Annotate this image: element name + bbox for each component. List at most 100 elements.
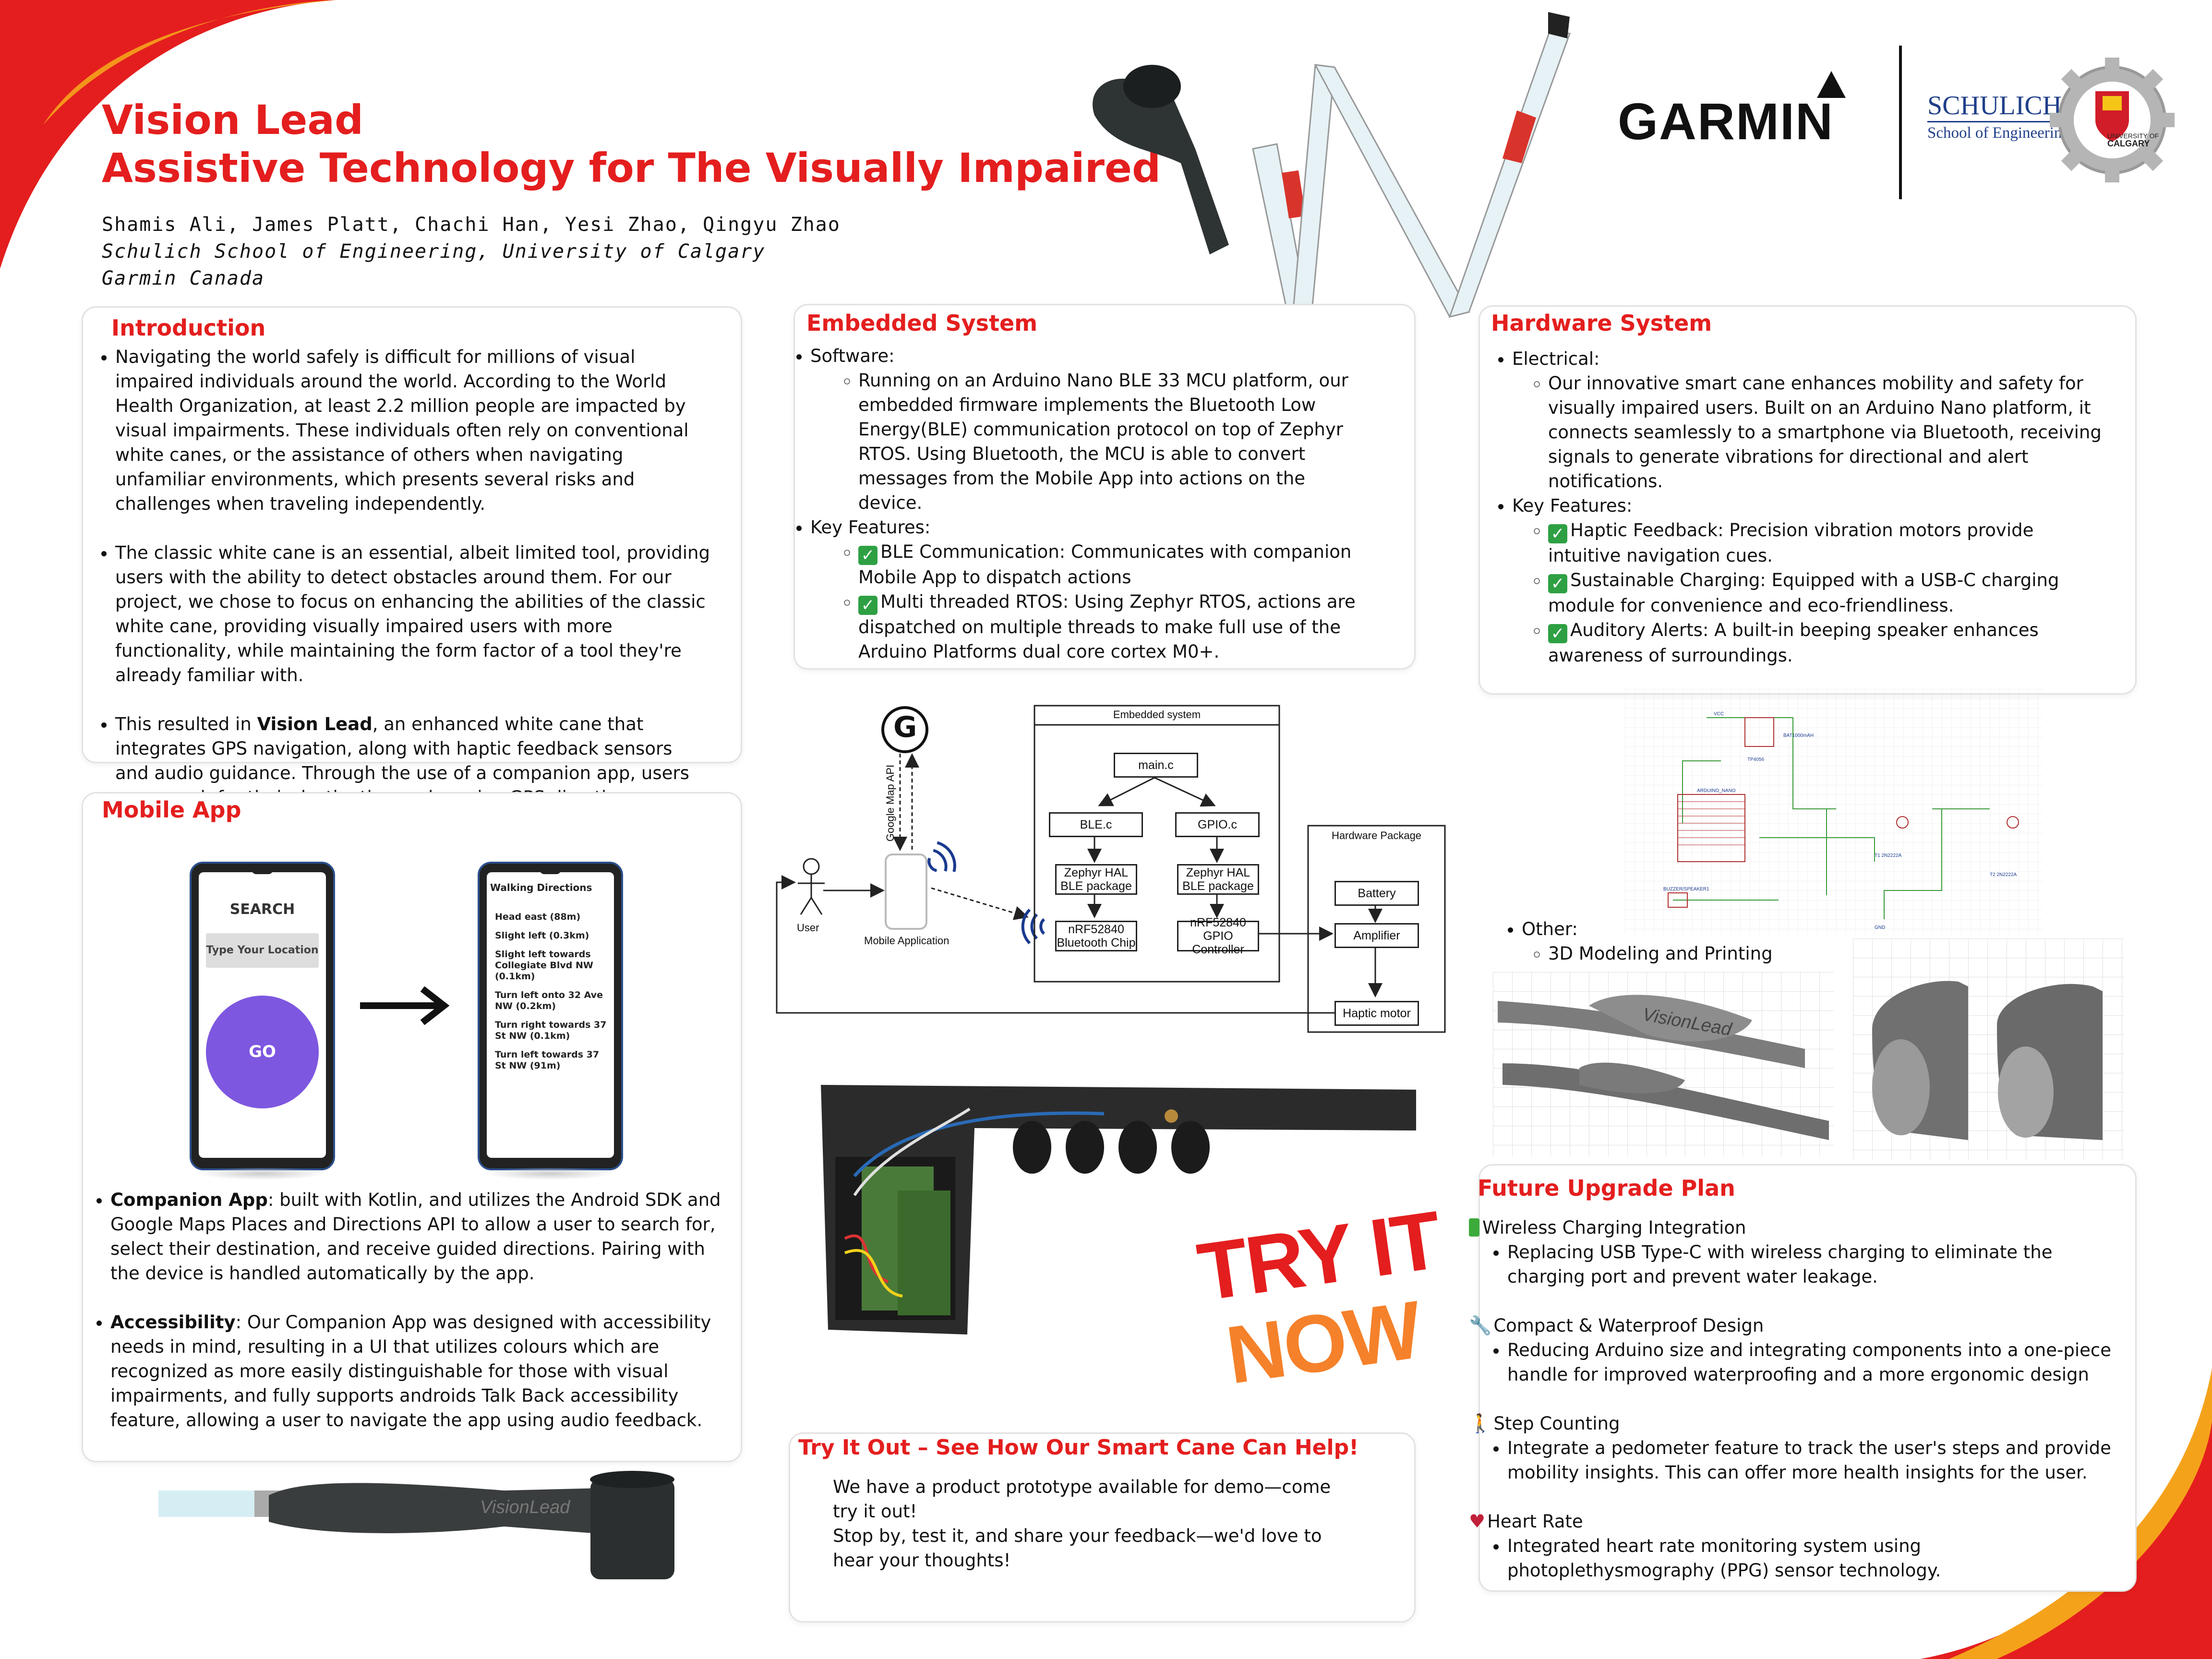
hardware-feature-3-text: Auditory Alerts: A built-in beeping spea… <box>1548 620 2039 666</box>
software-text: Running on an Arduino Nano BLE 33 MCU pl… <box>858 368 1362 515</box>
direction-step: Head east (88m) <box>495 912 581 922</box>
arrow-right-icon <box>360 986 450 1025</box>
direction-step: Turn right towards 37 St NW (0.1km) <box>495 1020 607 1041</box>
battery-icon <box>1469 1218 1479 1237</box>
svg-text:T1 2N2222A: T1 2N2222A <box>1875 853 1901 858</box>
main-c-box: main.c <box>1114 753 1198 778</box>
future-item: 🚶Step Counting Integrate a pedometer fea… <box>1469 1411 2112 1485</box>
user-label: User <box>797 922 819 934</box>
clamp-3d-model-render <box>1853 938 2124 1159</box>
mobile-app-body: Companion App: built with Kotlin, and ut… <box>82 1188 739 1432</box>
embedded-feature-1: ✓BLE Communication: Communicates with co… <box>858 540 1362 589</box>
ble-c-box: BLE.c <box>1049 812 1143 837</box>
try-it-title: Try It Out – See How Our Smart Cane Can … <box>798 1435 1359 1460</box>
phone-directions-screen: Walking Directions Head east (88m) Sligh… <box>478 862 623 1170</box>
intro-p3-pre: This resulted in <box>115 714 257 734</box>
svg-text:TP4056: TP4056 <box>1747 757 1764 762</box>
future-text: Reducing Arduino size and integrating co… <box>1507 1338 2112 1387</box>
svg-text:T2 2N2222A: T2 2N2222A <box>1990 872 2017 878</box>
hardware-feature-2-text: Sustainable Charging: Equipped with a US… <box>1548 570 2059 616</box>
gear-icon <box>2050 58 2175 182</box>
cane-handle-photo: VisionLead <box>158 1471 674 1579</box>
hal-ble-box-2: Zephyr HAL BLE package <box>1177 864 1259 895</box>
embedded-system-label: Embedded system <box>1113 709 1201 721</box>
embedded-feature-1-text: BLE Communication: Communicates with com… <box>858 541 1352 588</box>
hardware-feature-2: ✓Sustainable Charging: Equipped with a U… <box>1548 568 2107 618</box>
future-text: Integrated heart rate monitoring system … <box>1507 1534 2112 1583</box>
handle-3d-model-render: VisionLead <box>1493 972 1834 1157</box>
checkmark-icon: ✓ <box>1548 624 1567 643</box>
wrench-icon: 🔧 <box>1469 1315 1492 1336</box>
uofc-line-2: CALGARY <box>2107 139 2150 148</box>
future-item: ♥Heart Rate Integrated heart rate monito… <box>1469 1509 2112 1583</box>
handle-engraving: VisionLead <box>480 1497 571 1517</box>
companion-app-bold: Companion App <box>110 1190 268 1210</box>
logo-divider <box>1899 46 1902 199</box>
phone-search-screen: SEARCH Type Your Location GO <box>190 862 335 1170</box>
future-item: Wireless Charging Integration Replacing … <box>1469 1215 2112 1289</box>
other-label: Other: <box>1522 917 1968 941</box>
walking-icon: 🚶 <box>1469 1413 1492 1434</box>
software-label: Software: <box>810 344 1362 368</box>
electrical-text: Our innovative smart cane enhances mobil… <box>1548 371 2107 493</box>
checkmark-icon: ✓ <box>858 596 878 615</box>
directions-title: Walking Directions <box>490 882 592 893</box>
accessibility-bold: Accessibility <box>110 1312 236 1333</box>
gpio-c-box: GPIO.c <box>1175 812 1260 837</box>
future-heading: Heart Rate <box>1487 1511 1583 1532</box>
embedded-title: Embedded System <box>806 310 1038 336</box>
future-text: Integrate a pedometer feature to track t… <box>1507 1436 2112 1485</box>
embedded-feature-2-text: Multi threaded RTOS: Using Zephyr RTOS, … <box>858 591 1356 662</box>
intro-paragraph-2: The classic white cane is an essential, … <box>115 541 710 687</box>
affiliation-2: Garmin Canada <box>102 267 265 289</box>
future-heading: Wireless Charging Integration <box>1482 1217 1746 1238</box>
go-button[interactable]: GO <box>206 996 319 1108</box>
introduction-body: Navigating the world safely is difficult… <box>86 345 710 834</box>
direction-step: Slight left towards Collegiate Blvd NW (… <box>495 949 593 982</box>
future-heading: Step Counting <box>1493 1413 1620 1434</box>
embedded-body: Software: Running on an Arduino Nano BLE… <box>786 344 1362 664</box>
svg-text:ARDUINO_NANO: ARDUINO_NANO <box>1697 788 1736 793</box>
hardware-features-label: Key Features: <box>1512 493 2107 518</box>
affiliation-1: Schulich School of Engineering, Universi… <box>102 240 766 263</box>
directions-list: Head east (88m) Slight left (0.3km) Slig… <box>495 912 610 1071</box>
google-icon: G <box>893 710 917 744</box>
svg-text:VCC: VCC <box>1714 711 1724 717</box>
battery-box: Battery <box>1334 881 1419 906</box>
location-search-input[interactable]: Type Your Location <box>206 933 319 968</box>
future-text: Replacing USB Type-C with wireless charg… <box>1507 1240 2112 1289</box>
checkmark-icon: ✓ <box>1548 574 1567 593</box>
gpio-controller-box: nRF52840 GPIO Controller <box>1177 916 1259 956</box>
direction-step: Slight left (0.3km) <box>495 930 589 941</box>
companion-app-bullet: Companion App: built with Kotlin, and ut… <box>110 1188 739 1286</box>
folded-cane-image <box>1093 12 1571 332</box>
try-it-body: We have a product prototype available fo… <box>833 1475 1337 1573</box>
hardware-title: Hardware System <box>1491 310 1712 336</box>
direction-step: Turn left towards 37 St NW (91m) <box>495 1049 600 1071</box>
hardware-body: Electrical: Our innovative smart cane en… <box>1488 347 2107 668</box>
svg-text:BUZZER/SPEAKER1: BUZZER/SPEAKER1 <box>1663 887 1709 892</box>
poster-title: Vision Lead Assistive Technology for The… <box>102 96 1161 192</box>
embedded-features-label: Key Features: <box>810 515 1362 540</box>
haptic-motor-box: Haptic motor <box>1334 1001 1419 1026</box>
garmin-logo-text: GARMIN <box>1618 92 1834 150</box>
embedded-feature-2: ✓Multi threaded RTOS: Using Zephyr RTOS,… <box>858 589 1362 664</box>
mobile-app-title: Mobile App <box>102 797 241 823</box>
system-diagram: G Google Map API User Mobile Application… <box>768 696 1450 1042</box>
future-heading: Compact & Waterproof Design <box>1493 1315 1764 1336</box>
hal-ble-box-1: Zephyr HAL BLE package <box>1055 864 1137 895</box>
author-block: Shamis Ali, James Platt, Chachi Han, Yes… <box>102 211 841 292</box>
introduction-title: Introduction <box>111 315 266 341</box>
future-item: 🔧Compact & Waterproof Design Reducing Ar… <box>1469 1313 2112 1387</box>
hardware-feature-3: ✓Auditory Alerts: A built-in beeping spe… <box>1548 618 2107 668</box>
title-line-2: Assistive Technology for The Visually Im… <box>102 144 1161 192</box>
mobile-label: Mobile Application <box>864 935 950 947</box>
future-body: Wireless Charging Integration Replacing … <box>1469 1215 2112 1583</box>
checkmark-icon: ✓ <box>858 546 878 565</box>
electrical-label: Electrical: <box>1512 347 2107 371</box>
garmin-triangle-icon <box>1817 71 1846 98</box>
direction-step: Turn left onto 32 Ave NW (0.2km) <box>495 990 603 1011</box>
circuit-schematic: VCC TP4056 BAT1000mAH ARDUINO_NANO BUZZER/S… <box>1625 689 2043 934</box>
bluetooth-chip-box: nRF52840 Bluetooth Chip <box>1055 921 1137 951</box>
search-screen-title: SEARCH <box>229 901 295 918</box>
